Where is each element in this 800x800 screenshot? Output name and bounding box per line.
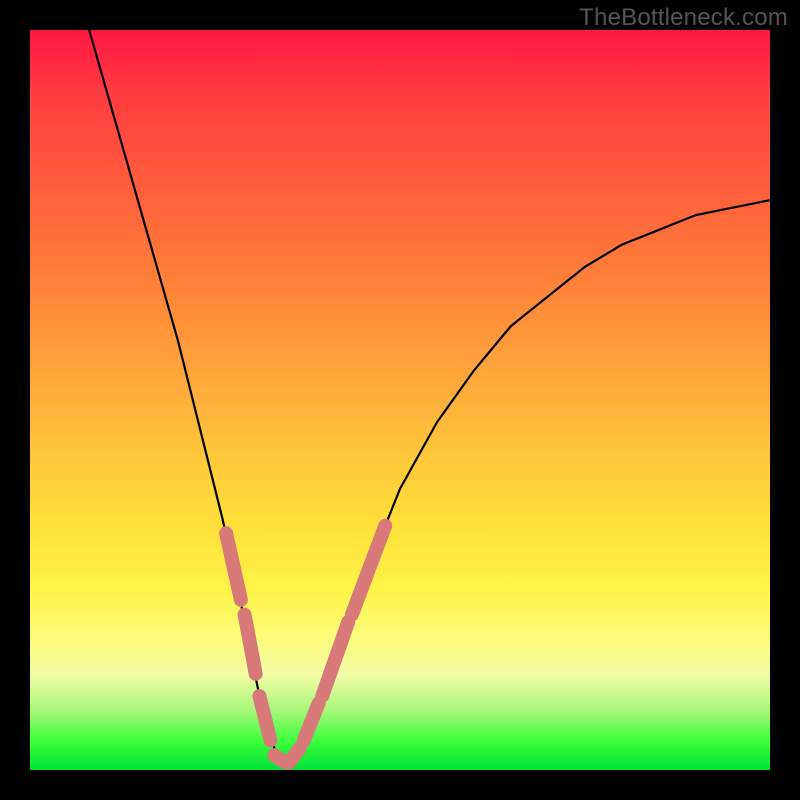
overlay-left-lower bbox=[259, 696, 270, 740]
watermark-text: TheBottleneck.com bbox=[579, 4, 788, 32]
chart-frame: TheBottleneck.com bbox=[0, 0, 800, 800]
plot-area bbox=[30, 30, 770, 770]
overlay-left-mid bbox=[245, 615, 256, 674]
overlay-right-lower bbox=[304, 703, 319, 740]
overlay-segments bbox=[226, 526, 385, 763]
overlay-left-upper bbox=[226, 533, 241, 600]
overlay-right-mid bbox=[322, 622, 348, 696]
overlay-right-upper bbox=[352, 526, 385, 615]
bottleneck-curve bbox=[89, 30, 770, 763]
overlay-trough-right bbox=[289, 748, 300, 763]
curve-svg bbox=[30, 30, 770, 770]
